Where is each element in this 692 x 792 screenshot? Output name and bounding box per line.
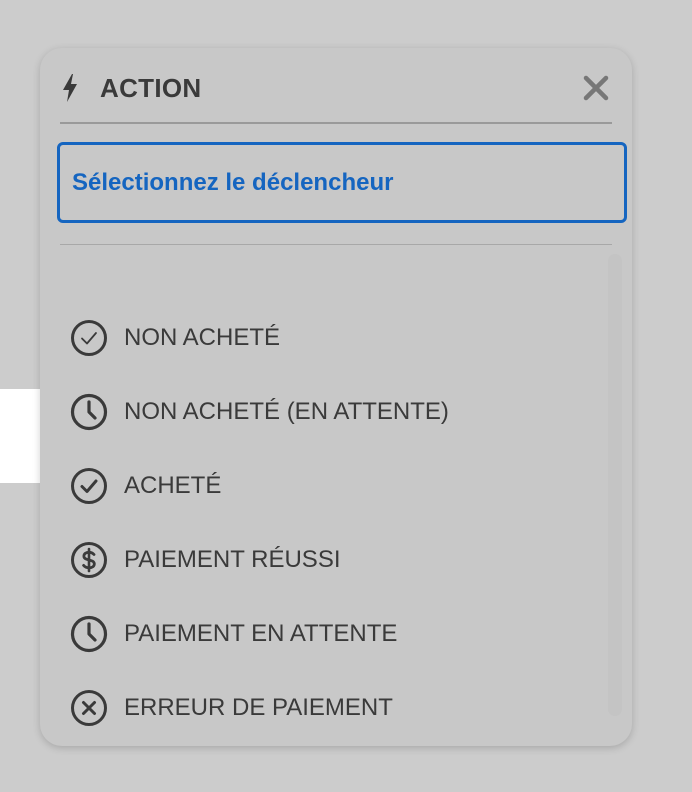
check-circle-outline-icon (70, 319, 108, 357)
action-panel: ACTION Sélectionnez le déclencheur NON A… (40, 48, 632, 746)
clock-icon (70, 615, 108, 653)
list-item-paiement-en-attente[interactable]: PAIEMENT EN ATTENTE (70, 614, 397, 654)
list-item-erreur-de-paiement[interactable]: ERREUR DE PAIEMENT (70, 688, 393, 728)
list-item-label: NON ACHETÉ (124, 324, 281, 351)
dollar-circle-icon (70, 541, 108, 579)
list-item-achete[interactable]: ACHETÉ (70, 466, 221, 506)
trigger-select[interactable]: Sélectionnez le déclencheur (57, 142, 627, 223)
list-item-label: ERREUR DE PAIEMENT (124, 694, 393, 721)
bolt-icon (60, 72, 84, 104)
header-divider (60, 122, 612, 124)
list-item-label: PAIEMENT RÉUSSI (124, 546, 341, 573)
check-circle-icon (70, 467, 108, 505)
list-item-non-achete[interactable]: NON ACHETÉ (70, 318, 280, 358)
list-item-non-achete-en-attente[interactable]: NON ACHETÉ (EN ATTENTE) (70, 392, 449, 432)
x-circle-icon (70, 689, 108, 727)
panel-title: ACTION (100, 72, 202, 103)
list-item-paiement-reussi[interactable]: PAIEMENT RÉUSSI (70, 540, 341, 580)
trigger-select-label: Sélectionnez le déclencheur (72, 168, 394, 196)
list-item-label: NON ACHETÉ (EN ATTENTE) (124, 398, 449, 425)
list-item-label: PAIEMENT EN ATTENTE (124, 620, 398, 647)
list-divider (60, 244, 612, 245)
panel-header: ACTION (60, 68, 612, 108)
close-icon[interactable] (580, 72, 612, 104)
scrollbar[interactable] (608, 254, 622, 716)
list-item-label: ACHETÉ (124, 472, 222, 499)
clock-icon (70, 393, 108, 431)
